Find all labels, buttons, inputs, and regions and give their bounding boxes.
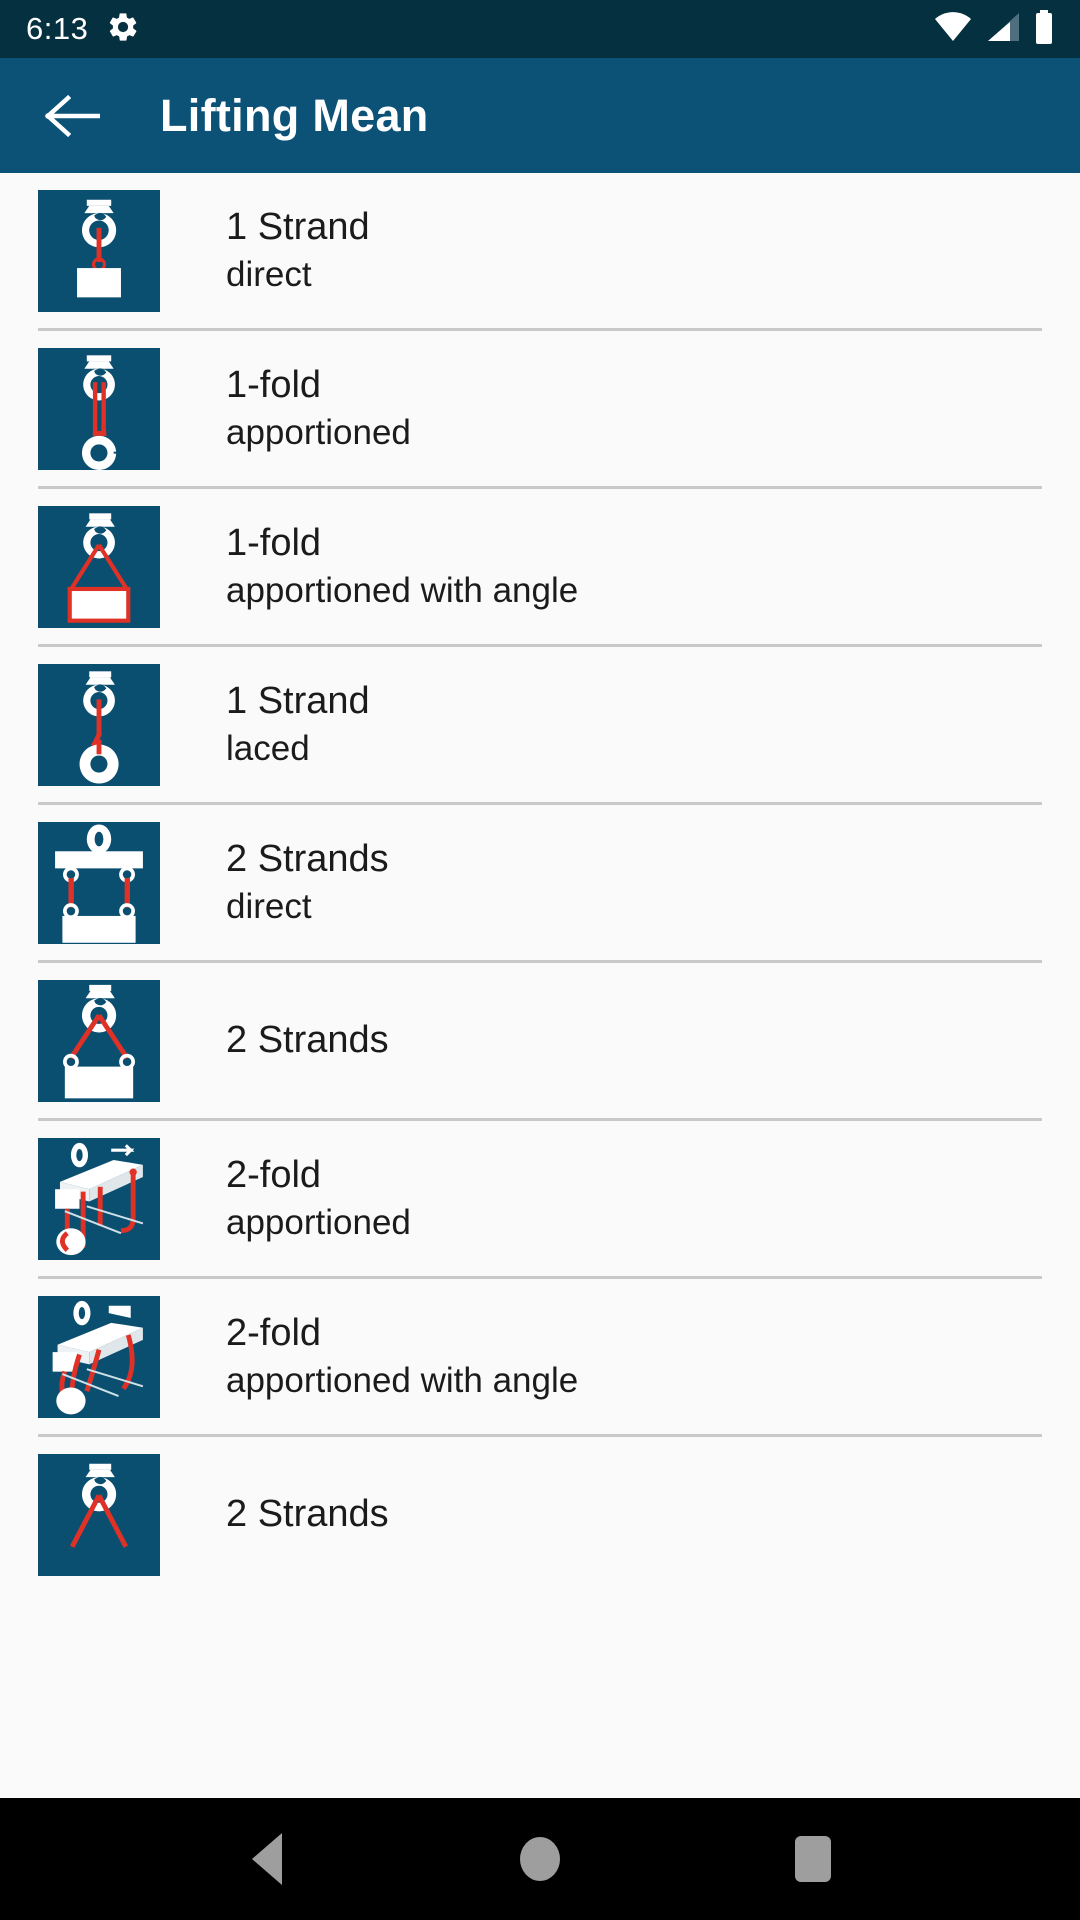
hook-two-strands-angle-load-icon — [38, 979, 160, 1102]
lifting-mean-list[interactable]: 1 Strand direct 1-fold apportioned 1-fol… — [0, 173, 1080, 1798]
list-item-subtitle: direct — [226, 887, 312, 927]
list-item[interactable]: 1 Strand direct — [0, 173, 1080, 328]
page-title: Lifting Mean — [160, 89, 429, 141]
list-item[interactable]: 2 Strands — [0, 1437, 1080, 1592]
list-item-text: 2 Strands — [226, 1018, 389, 1061]
hook-single-strand-laced-ring-icon — [38, 663, 160, 786]
list-item[interactable]: 2-fold apportioned with angle — [0, 1279, 1080, 1434]
list-item-title: 1 Strand — [226, 680, 370, 723]
list-item-text: 2-fold apportioned with angle — [226, 1313, 578, 1400]
beam-two-strands-direct-icon — [38, 821, 160, 944]
list-item-subtitle: direct — [226, 255, 312, 295]
phone-screen: 6:13 Lifting Mean 1 Strand direct 1-fold… — [0, 0, 1080, 1920]
hook-single-fold-pulley-icon — [38, 347, 160, 470]
list-item-subtitle: apportioned — [226, 1203, 411, 1243]
status-right-icons — [934, 9, 1054, 49]
list-item-title: 2 Strands — [226, 838, 389, 881]
list-item-text: 1 Strand laced — [226, 681, 370, 768]
list-item-text: 1 Strand direct — [226, 207, 370, 294]
list-item-text: 2 Strands — [226, 1492, 389, 1535]
list-item-subtitle: apportioned with angle — [226, 1361, 579, 1401]
android-nav-bar — [0, 1798, 1080, 1920]
gear-icon — [106, 10, 140, 49]
list-item[interactable]: 2 Strands — [0, 963, 1080, 1118]
list-item-text: 1-fold apportioned — [226, 365, 411, 452]
list-item[interactable]: 2-fold apportioned — [0, 1121, 1080, 1276]
back-arrow-icon[interactable] — [40, 84, 104, 148]
nav-home-icon[interactable] — [485, 1804, 595, 1914]
cellular-signal-icon — [986, 11, 1020, 48]
list-item-title: 2 Strands — [226, 1018, 389, 1061]
list-item-title: 2-fold — [226, 1312, 322, 1355]
status-bar: 6:13 — [0, 0, 1080, 58]
list-item[interactable]: 1-fold apportioned with angle — [0, 489, 1080, 644]
hook-two-strands-partial-icon — [38, 1453, 160, 1576]
status-left-icons — [106, 10, 140, 49]
list-item-text: 2 Strands direct — [226, 839, 389, 926]
battery-icon — [1034, 9, 1054, 49]
list-item[interactable]: 1-fold apportioned — [0, 331, 1080, 486]
trolley-two-fold-apportioned-icon — [38, 1137, 160, 1260]
list-item-subtitle: apportioned with angle — [226, 571, 579, 611]
list-item[interactable]: 2 Strands direct — [0, 805, 1080, 960]
list-item-title: 1-fold — [226, 522, 322, 565]
list-item-subtitle: laced — [226, 729, 310, 769]
hook-single-fold-angle-load-icon — [38, 505, 160, 628]
nav-back-icon[interactable] — [212, 1804, 322, 1914]
hook-single-strand-load-icon — [38, 189, 160, 312]
list-item-title: 1 Strand — [226, 206, 370, 249]
list-item-title: 1-fold — [226, 364, 322, 407]
status-time: 6:13 — [26, 11, 89, 46]
wifi-icon — [934, 11, 972, 48]
list-item-subtitle: apportioned — [226, 413, 411, 453]
list-item-text: 2-fold apportioned — [226, 1155, 411, 1242]
list-item-text: 1-fold apportioned with angle — [226, 523, 578, 610]
list-item-title: 2 Strands — [226, 1492, 389, 1535]
trolley-two-fold-angle-icon — [38, 1295, 160, 1418]
list-item[interactable]: 1 Strand laced — [0, 647, 1080, 802]
nav-recents-icon[interactable] — [758, 1804, 868, 1914]
app-bar: Lifting Mean — [0, 58, 1080, 173]
list-item-title: 2-fold — [226, 1154, 322, 1197]
